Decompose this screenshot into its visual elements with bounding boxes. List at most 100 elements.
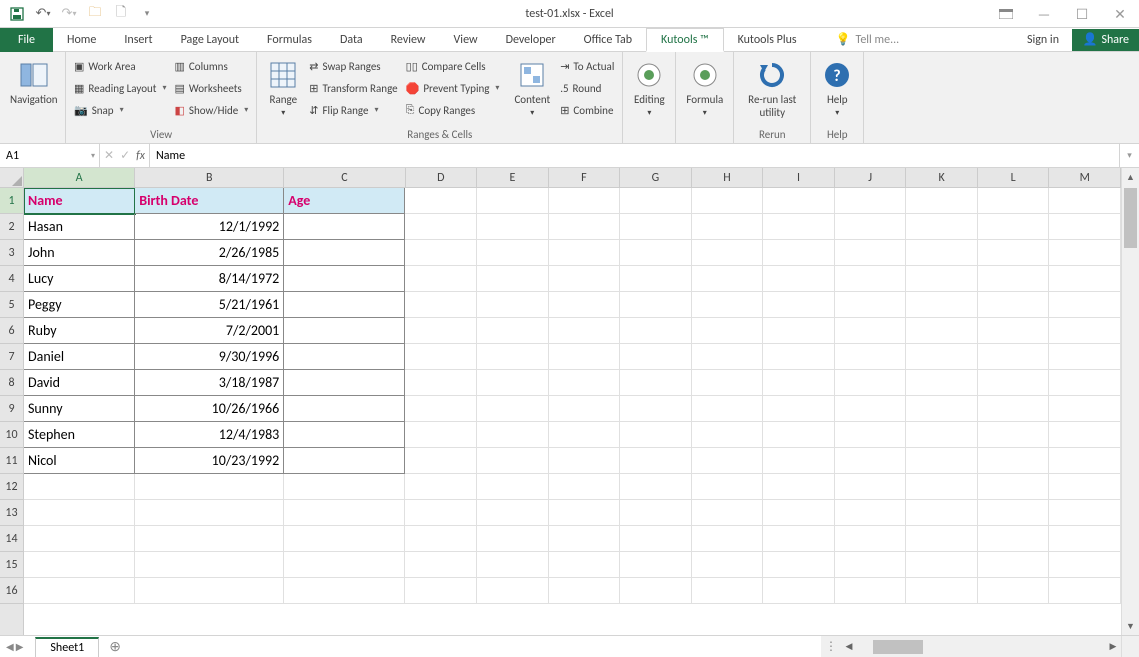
cell-L3[interactable] bbox=[978, 240, 1050, 266]
cell-H15[interactable] bbox=[692, 552, 764, 578]
row-header-8[interactable]: 8 bbox=[0, 370, 23, 396]
formula-button[interactable]: Formula▾ bbox=[680, 55, 729, 122]
cell-I3[interactable] bbox=[763, 240, 835, 266]
row-header-2[interactable]: 2 bbox=[0, 214, 23, 240]
compare-cells-button[interactable]: ▯▯Compare Cells bbox=[402, 55, 504, 77]
cell-H6[interactable] bbox=[692, 318, 764, 344]
sheet-tab-active[interactable]: Sheet1 bbox=[35, 637, 99, 657]
cell-C6[interactable] bbox=[284, 318, 405, 344]
cell-H11[interactable] bbox=[692, 448, 764, 474]
undo-icon[interactable]: ↶▾ bbox=[32, 3, 54, 25]
row-header-4[interactable]: 4 bbox=[0, 266, 23, 292]
cell-L1[interactable] bbox=[978, 188, 1050, 214]
cell-J12[interactable] bbox=[835, 474, 907, 500]
cell-E15[interactable] bbox=[477, 552, 549, 578]
cell-F3[interactable] bbox=[549, 240, 621, 266]
cell-M16[interactable] bbox=[1049, 578, 1121, 604]
cell-G7[interactable] bbox=[620, 344, 692, 370]
cell-K10[interactable] bbox=[906, 422, 978, 448]
cell-M1[interactable] bbox=[1049, 188, 1121, 214]
sign-in-link[interactable]: Sign in bbox=[1027, 33, 1059, 47]
cell-A15[interactable] bbox=[24, 552, 135, 578]
cell-J15[interactable] bbox=[835, 552, 907, 578]
content-button[interactable]: Content▾ bbox=[508, 55, 556, 122]
cell-E5[interactable] bbox=[477, 292, 549, 318]
cell-B16[interactable] bbox=[135, 578, 284, 604]
cell-D9[interactable] bbox=[405, 396, 477, 422]
cell-J2[interactable] bbox=[835, 214, 907, 240]
col-header-B[interactable]: B bbox=[135, 168, 284, 187]
cell-B11[interactable]: 10/23/1992 bbox=[135, 448, 284, 474]
tab-page-layout[interactable]: Page Layout bbox=[167, 28, 253, 52]
work-area-button[interactable]: ▣Work Area bbox=[70, 55, 171, 77]
cell-L5[interactable] bbox=[978, 292, 1050, 318]
cell-F10[interactable] bbox=[549, 422, 621, 448]
cell-H5[interactable] bbox=[692, 292, 764, 318]
cell-I6[interactable] bbox=[763, 318, 835, 344]
cell-M3[interactable] bbox=[1049, 240, 1121, 266]
tab-data[interactable]: Data bbox=[326, 28, 377, 52]
cell-A4[interactable]: Lucy bbox=[24, 266, 135, 292]
flip-range-button[interactable]: ⇵Flip Range bbox=[305, 99, 401, 121]
row-header-16[interactable]: 16 bbox=[0, 578, 23, 604]
cell-H16[interactable] bbox=[692, 578, 764, 604]
formula-expand-icon[interactable]: ▾ bbox=[1119, 144, 1139, 167]
cell-B12[interactable] bbox=[135, 474, 284, 500]
cell-M11[interactable] bbox=[1049, 448, 1121, 474]
cell-K7[interactable] bbox=[906, 344, 978, 370]
cell-L8[interactable] bbox=[978, 370, 1050, 396]
cell-L4[interactable] bbox=[978, 266, 1050, 292]
open-folder-icon[interactable]: 🗀 bbox=[84, 3, 106, 25]
cell-A8[interactable]: David bbox=[24, 370, 135, 396]
cell-C4[interactable] bbox=[284, 266, 405, 292]
cell-H9[interactable] bbox=[692, 396, 764, 422]
cells-viewport[interactable]: NameBirth DateAgeHasan12/1/1992John2/26/… bbox=[24, 188, 1121, 635]
vscroll-thumb[interactable] bbox=[1124, 188, 1137, 248]
cell-F8[interactable] bbox=[549, 370, 621, 396]
cell-M15[interactable] bbox=[1049, 552, 1121, 578]
cell-M10[interactable] bbox=[1049, 422, 1121, 448]
cell-J10[interactable] bbox=[835, 422, 907, 448]
cell-F13[interactable] bbox=[549, 500, 621, 526]
help-button[interactable]: ? Help▾ bbox=[815, 55, 859, 122]
cell-F9[interactable] bbox=[549, 396, 621, 422]
cell-A1[interactable]: Name bbox=[24, 188, 135, 214]
cell-I9[interactable] bbox=[763, 396, 835, 422]
cancel-formula-icon[interactable]: ✕ bbox=[104, 148, 114, 163]
cell-A14[interactable] bbox=[24, 526, 135, 552]
cell-G1[interactable] bbox=[620, 188, 692, 214]
tab-review[interactable]: Review bbox=[377, 28, 440, 52]
tab-home[interactable]: Home bbox=[53, 28, 110, 52]
cell-K6[interactable] bbox=[906, 318, 978, 344]
cell-D7[interactable] bbox=[405, 344, 477, 370]
range-button[interactable]: Range▾ bbox=[261, 55, 305, 122]
cell-I13[interactable] bbox=[763, 500, 835, 526]
cell-M5[interactable] bbox=[1049, 292, 1121, 318]
fx-icon[interactable]: fx bbox=[136, 149, 145, 163]
cell-C5[interactable] bbox=[284, 292, 405, 318]
cell-C2[interactable] bbox=[284, 214, 405, 240]
cell-L13[interactable] bbox=[978, 500, 1050, 526]
cell-G10[interactable] bbox=[620, 422, 692, 448]
tab-view[interactable]: View bbox=[440, 28, 492, 52]
tab-kutools[interactable]: Kutools ™ bbox=[646, 28, 724, 52]
cell-K5[interactable] bbox=[906, 292, 978, 318]
cell-H3[interactable] bbox=[692, 240, 764, 266]
cell-C3[interactable] bbox=[284, 240, 405, 266]
cell-E12[interactable] bbox=[477, 474, 549, 500]
cell-G3[interactable] bbox=[620, 240, 692, 266]
horizontal-scrollbar[interactable]: ⋮ ◀ ▶ bbox=[821, 636, 1121, 657]
cell-D4[interactable] bbox=[405, 266, 477, 292]
row-header-3[interactable]: 3 bbox=[0, 240, 23, 266]
col-header-I[interactable]: I bbox=[763, 168, 835, 187]
cell-K1[interactable] bbox=[906, 188, 978, 214]
copy-ranges-button[interactable]: ⎘Copy Ranges bbox=[402, 99, 504, 121]
cell-E7[interactable] bbox=[477, 344, 549, 370]
cell-I14[interactable] bbox=[763, 526, 835, 552]
cell-E11[interactable] bbox=[477, 448, 549, 474]
cell-F4[interactable] bbox=[549, 266, 621, 292]
cell-D15[interactable] bbox=[405, 552, 477, 578]
cell-G11[interactable] bbox=[620, 448, 692, 474]
cell-B15[interactable] bbox=[135, 552, 284, 578]
to-actual-button[interactable]: ⇥To Actual bbox=[556, 55, 618, 77]
